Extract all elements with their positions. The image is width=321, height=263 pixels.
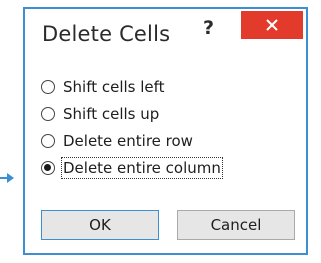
dialog-title: Delete Cells xyxy=(42,22,171,46)
option-delete-entire-column[interactable]: Delete entire column xyxy=(41,154,223,181)
option-label-shift-cells-left: Shift cells left xyxy=(63,77,165,96)
close-icon xyxy=(266,19,278,31)
option-delete-entire-row[interactable]: Delete entire row xyxy=(41,127,221,154)
ok-button[interactable]: OK xyxy=(41,210,159,240)
option-label-shift-cells-up: Shift cells up xyxy=(63,104,160,123)
delete-cells-dialog: Delete Cells ? Shift cells left Shift ce… xyxy=(23,7,308,255)
option-shift-cells-left[interactable]: Shift cells left xyxy=(41,73,221,100)
radio-delete-entire-row[interactable] xyxy=(41,133,55,148)
radio-shift-cells-up[interactable] xyxy=(41,106,55,121)
arrow-right-icon xyxy=(0,173,14,183)
delete-options-group: Shift cells left Shift cells up Delete e… xyxy=(41,73,223,181)
cancel-button[interactable]: Cancel xyxy=(177,210,295,240)
close-button[interactable] xyxy=(241,11,303,39)
option-shift-cells-up[interactable]: Shift cells up xyxy=(41,100,221,127)
option-label-delete-entire-row: Delete entire row xyxy=(63,131,193,150)
help-button[interactable]: ? xyxy=(203,17,214,39)
radio-delete-entire-column[interactable] xyxy=(41,160,55,175)
option-label-delete-entire-column: Delete entire column xyxy=(61,156,223,179)
radio-shift-cells-left[interactable] xyxy=(41,79,55,94)
